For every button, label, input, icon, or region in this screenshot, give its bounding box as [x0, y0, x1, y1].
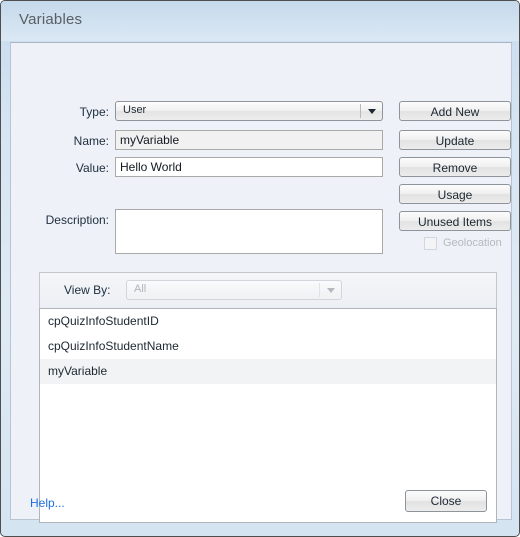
- type-combobox-value: User: [123, 104, 147, 116]
- view-by-combobox-value: All: [134, 283, 147, 295]
- list-item[interactable]: cpQuizInfoStudentName: [40, 334, 496, 359]
- chevron-down-icon: [368, 109, 376, 114]
- name-input[interactable]: [115, 130, 383, 150]
- type-combobox[interactable]: User: [115, 101, 383, 121]
- view-by-combobox[interactable]: All: [126, 280, 342, 300]
- geolocation-checkbox: [424, 237, 437, 250]
- variables-dialog: Variables Type: User Name: Value: Descri…: [0, 0, 520, 537]
- geolocation-label: Geolocation: [443, 237, 502, 249]
- dialog-title: Variables: [19, 11, 83, 28]
- description-textarea[interactable]: [115, 209, 383, 254]
- type-combobox-separator: [360, 104, 361, 118]
- view-by-group: View By: All: [39, 272, 497, 308]
- dialog-title-bar: Variables: [1, 1, 519, 41]
- type-label: Type:: [79, 105, 109, 119]
- list-item[interactable]: cpQuizInfoStudentID: [40, 309, 496, 334]
- description-label: Description:: [45, 213, 109, 227]
- unused-items-button[interactable]: Unused Items: [399, 211, 511, 231]
- help-link[interactable]: Help...: [30, 496, 65, 510]
- view-by-combobox-separator: [319, 283, 320, 297]
- view-by-label: View By:: [64, 283, 111, 297]
- add-new-button[interactable]: Add New: [399, 101, 511, 121]
- usage-button[interactable]: Usage: [399, 184, 511, 204]
- value-input[interactable]: [115, 157, 383, 177]
- remove-button[interactable]: Remove: [399, 157, 511, 177]
- close-button[interactable]: Close: [405, 490, 487, 512]
- chevron-down-icon: [327, 288, 335, 293]
- dialog-content-panel: Type: User Name: Value: Description: Add…: [10, 42, 512, 523]
- name-label: Name:: [73, 134, 109, 148]
- update-button[interactable]: Update: [399, 130, 511, 150]
- value-label: Value:: [75, 161, 109, 175]
- list-item[interactable]: myVariable: [40, 359, 496, 384]
- geolocation-checkbox-row: Geolocation: [399, 235, 511, 253]
